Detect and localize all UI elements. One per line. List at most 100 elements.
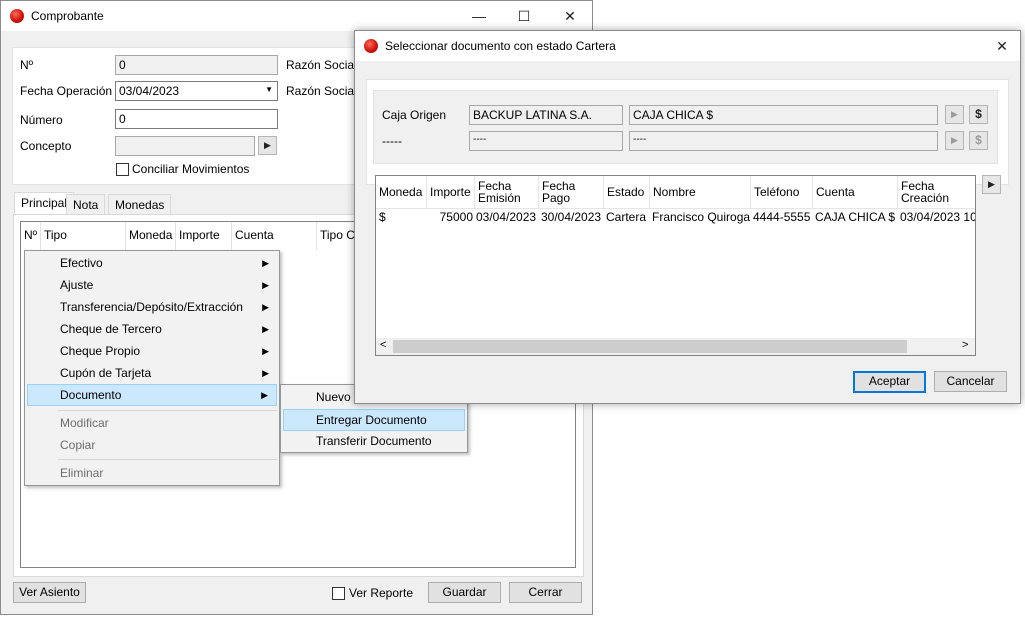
caja-origen-label: Caja Origen xyxy=(382,108,447,122)
razon-social-label-2: Razón Social xyxy=(286,84,357,98)
submenu-arrow-icon: ▶ xyxy=(262,346,269,356)
fecha-operacion-label: Fecha Operación xyxy=(20,84,113,98)
menu-item-label: Cheque Propio xyxy=(60,344,141,358)
grid-col-numero[interactable]: Nº xyxy=(24,228,37,242)
grid-next-button[interactable]: ▶ xyxy=(982,175,1001,194)
submenu-item-entregar-documento[interactable]: Entregar Documento xyxy=(283,409,465,431)
caja-origen-caja-field: CAJA CHICA $ xyxy=(629,105,938,125)
submenu-arrow-icon: ▶ xyxy=(261,390,268,400)
menu-item-label: Transferencia/Depósito/Extracción xyxy=(60,300,243,314)
ver-asiento-button[interactable]: Ver Asiento xyxy=(13,582,86,603)
seleccionar-documento-dialog: Seleccionar documento con estado Cartera… xyxy=(354,30,1021,404)
menu-item-label: Cheque de Tercero xyxy=(60,322,162,336)
grid-col-moneda[interactable]: Moneda xyxy=(129,228,172,242)
menu-item-cheque-propio[interactable]: Cheque Propio ▶ xyxy=(27,340,277,362)
cell-importe: 75000 xyxy=(439,210,473,224)
window-title: Comprobante xyxy=(31,9,104,23)
context-menu: Efectivo ▶ Ajuste ▶ Transferencia/Depósito… xyxy=(24,250,280,486)
cerrar-button[interactable]: Cerrar xyxy=(509,582,582,603)
grid-col-divider xyxy=(231,222,232,250)
documents-grid[interactable]: Moneda Importe Fecha Emisión Fecha Pago … xyxy=(375,175,976,356)
maximize-icon[interactable]: ☐ xyxy=(501,1,547,31)
row2-field-2: ---- xyxy=(629,131,938,151)
scroll-right-icon[interactable]: > xyxy=(962,339,968,351)
grid-col-divider xyxy=(125,222,126,250)
fecha-operacion-picker[interactable]: 03/04/2023 ▼ xyxy=(115,81,278,101)
cell-fecha-pago: 30/04/2023 xyxy=(541,210,602,224)
numero-field[interactable]: 0 xyxy=(115,109,278,129)
dialog-title-bar[interactable]: Seleccionar documento con estado Cartera… xyxy=(355,31,1020,61)
conciliar-label: Conciliar Movimientos xyxy=(132,162,250,176)
caja-group: Caja Origen BACKUP LATINA S.A. CAJA CHIC… xyxy=(373,90,998,164)
tab-nota[interactable]: Nota xyxy=(66,194,106,214)
submenu-arrow-icon: ▶ xyxy=(262,368,269,378)
app-icon xyxy=(364,39,378,53)
grid-col-divider xyxy=(175,222,176,250)
cell-fecha-creacion: 03/04/2023 10:4 xyxy=(900,210,976,224)
menu-item-cupon-tarjeta[interactable]: Cupón de Tarjeta ▶ xyxy=(27,362,277,384)
grid-col-importe[interactable]: Importe xyxy=(179,228,220,242)
grid-col-tipo[interactable]: Tipo xyxy=(44,228,67,242)
razon-social-label-1: Razón Social xyxy=(286,58,357,72)
aceptar-button[interactable]: Aceptar xyxy=(853,371,926,393)
scroll-left-icon[interactable]: < xyxy=(380,339,386,351)
row2-dollar-button[interactable]: $ xyxy=(969,131,988,150)
numero-label: Número xyxy=(20,113,63,127)
menu-item-modificar[interactable]: Modificar xyxy=(27,412,277,434)
grid-col-divider xyxy=(316,222,317,250)
caja-origen-browse-button[interactable]: ▶ xyxy=(945,105,964,124)
caja-origen-dollar-button[interactable]: $ xyxy=(969,105,988,124)
row2-field-1: ---- xyxy=(469,131,623,151)
submenu-arrow-icon: ▶ xyxy=(262,258,269,268)
submenu-arrow-icon: ▶ xyxy=(262,302,269,312)
menu-item-documento[interactable]: Documento ▶ xyxy=(27,384,277,406)
conciliar-checkbox[interactable] xyxy=(116,163,129,176)
cell-fecha-emision: 03/04/2023 xyxy=(476,210,537,224)
submenu-item-transferir-documento[interactable]: Transferir Documento xyxy=(283,430,465,452)
cell-estado: Cartera xyxy=(606,210,647,224)
dropdown-arrow-icon[interactable]: ▼ xyxy=(265,85,273,94)
menu-item-cheque-tercero[interactable]: Cheque de Tercero ▶ xyxy=(27,318,277,340)
menu-separator xyxy=(58,459,277,460)
menu-item-efectivo[interactable]: Efectivo ▶ xyxy=(27,252,277,274)
app-icon xyxy=(10,9,24,23)
menu-item-ajuste[interactable]: Ajuste ▶ xyxy=(27,274,277,296)
scrollbar-thumb[interactable] xyxy=(393,340,907,353)
filter-panel: Caja Origen BACKUP LATINA S.A. CAJA CHIC… xyxy=(366,79,1009,185)
cell-nombre: Francisco Quiroga xyxy=(652,210,751,224)
menu-item-label: Ajuste xyxy=(60,278,94,292)
row2-browse-button[interactable]: ▶ xyxy=(945,131,964,150)
menu-item-transferencia[interactable]: Transferencia/Depósito/Extracción ▶ xyxy=(27,296,277,318)
caja-origen-empresa-field: BACKUP LATINA S.A. xyxy=(469,105,623,125)
cell-moneda: $ xyxy=(379,210,386,224)
close-icon[interactable]: ✕ xyxy=(982,31,1022,61)
grid-col-divider xyxy=(40,222,41,250)
row2-label: ----- xyxy=(382,134,402,148)
ver-reporte-checkbox[interactable] xyxy=(332,587,345,600)
submenu-arrow-icon: ▶ xyxy=(262,280,269,290)
menu-item-eliminar[interactable]: Eliminar xyxy=(27,462,277,484)
numero-sign-field: 0 xyxy=(115,55,278,75)
menu-item-copiar[interactable]: Copiar xyxy=(27,434,277,456)
tab-monedas[interactable]: Monedas xyxy=(108,194,172,214)
submenu-arrow-icon: ▶ xyxy=(262,324,269,334)
horizontal-scrollbar[interactable]: < > xyxy=(376,338,975,355)
guardar-button[interactable]: Guardar xyxy=(428,582,501,603)
table-row[interactable]: $ 75000 03/04/2023 30/04/2023 Cartera Fr… xyxy=(376,176,976,228)
menu-separator xyxy=(58,410,277,411)
cell-telefono: 4444-5555 xyxy=(753,210,811,224)
grid-col-cuenta[interactable]: Cuenta xyxy=(235,228,274,242)
title-bar[interactable]: Comprobante — ☐ ✕ xyxy=(1,1,592,31)
concepto-field[interactable] xyxy=(115,136,255,156)
close-icon[interactable]: ✕ xyxy=(547,1,593,31)
menu-item-label: Documento xyxy=(60,388,122,402)
minimize-icon[interactable]: — xyxy=(456,1,502,31)
menu-item-label: Efectivo xyxy=(60,256,103,270)
concepto-browse-button[interactable]: ▶ xyxy=(258,136,277,155)
ver-reporte-label: Ver Reporte xyxy=(349,586,414,600)
cancelar-button[interactable]: Cancelar xyxy=(934,371,1007,392)
menu-item-label: Cupón de Tarjeta xyxy=(60,366,152,380)
cell-cuenta: CAJA CHICA $ xyxy=(815,210,896,224)
dialog-title: Seleccionar documento con estado Cartera xyxy=(385,39,616,53)
numero-sign-label: Nº xyxy=(20,58,34,72)
